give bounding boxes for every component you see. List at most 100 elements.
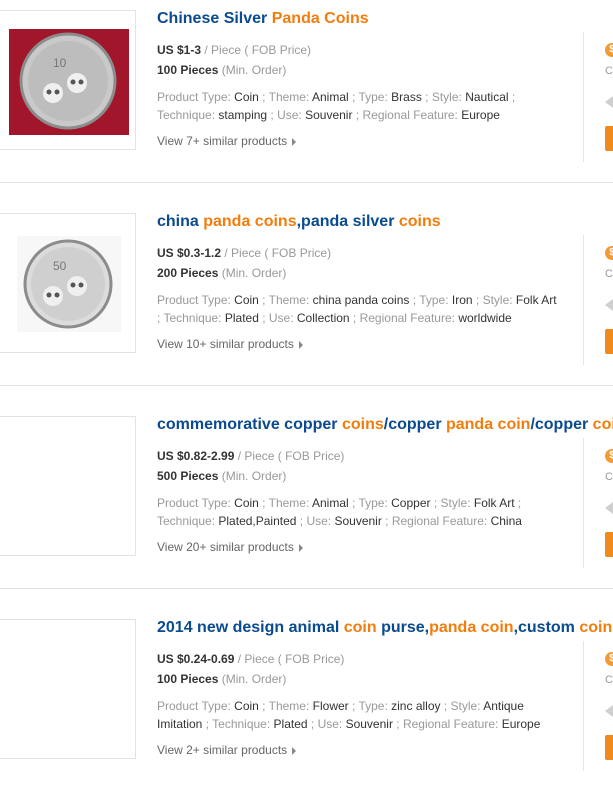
attribute-key: ; Use: xyxy=(307,717,346,731)
right-action-column: $ C xyxy=(583,641,613,771)
price-unit: / Piece ( FOB Price) xyxy=(234,449,345,463)
title-keyword-highlight: coins xyxy=(341,416,384,433)
attribute-key: ; Type: xyxy=(348,699,392,713)
attribute-value: Iron xyxy=(451,293,473,307)
attribute-key: ; Type: xyxy=(348,496,392,510)
attribute-value: China xyxy=(490,514,522,528)
caret-right-icon xyxy=(298,543,303,552)
min-order: 500 Pieces (Min. Order) xyxy=(157,468,286,484)
product-title-link[interactable]: commemorative copper coins/copper panda … xyxy=(157,414,613,436)
min-order: 100 Pieces (Min. Order) xyxy=(157,671,286,687)
product-image[interactable] xyxy=(0,620,136,759)
min-order-value: 100 Pieces xyxy=(157,672,219,686)
attribute-key: ; xyxy=(514,496,522,510)
title-text: commemorative copper xyxy=(157,416,342,433)
product-thumbnail[interactable] xyxy=(0,619,136,759)
row-divider xyxy=(0,385,613,386)
title-text: Chinese Silver xyxy=(157,10,272,27)
attribute-key: ; Technique: xyxy=(202,717,274,731)
attribute-key: Product Type: xyxy=(157,496,235,510)
product-title-link[interactable]: china panda coins,panda silver coins xyxy=(157,211,441,233)
attribute-key: Product Type: xyxy=(157,90,235,104)
min-order-label: (Min. Order) xyxy=(218,266,287,280)
title-keyword-highlight: coin xyxy=(579,619,613,636)
attribute-key: ; Theme: xyxy=(258,293,313,307)
attribute-value: Plated xyxy=(224,311,259,325)
product-image[interactable] xyxy=(0,417,136,556)
attribute-value: stamping xyxy=(218,108,268,122)
attribute-key: ; Regional Feature: xyxy=(352,108,462,122)
view-similar-products-link[interactable]: View 10+ similar products xyxy=(157,336,303,352)
attribute-key: Technique: xyxy=(163,311,225,325)
product-thumbnail[interactable]: 50 xyxy=(0,213,136,353)
attribute-value: Folk Art xyxy=(515,293,557,307)
caret-right-icon xyxy=(292,746,297,755)
attribute-key: Product Type: xyxy=(157,293,235,307)
product-card: 10 Chinese Silver Panda Coins US $1-3 / Pi… xyxy=(0,0,613,203)
min-order-value: 200 Pieces xyxy=(157,266,219,280)
product-card: 2014 new design animal coin purse,panda … xyxy=(0,609,613,812)
attribute-key: ; xyxy=(508,90,516,104)
coin-denomination: 10 xyxy=(53,56,67,70)
attribute-key: ; Use: xyxy=(296,514,335,528)
row-divider xyxy=(0,588,613,589)
attribute-value: Coin xyxy=(234,90,259,104)
view-similar-products-link[interactable]: View 2+ similar products xyxy=(157,742,297,758)
title-keyword-highlight: panda coin xyxy=(429,619,514,636)
price-unit: / Piece ( FOB Price) xyxy=(234,652,345,666)
view-similar-label: View 10+ similar products xyxy=(157,337,294,351)
attribute-value: Antique xyxy=(483,699,524,713)
attribute-key: ; Style: xyxy=(430,496,474,510)
title-text: /copper xyxy=(383,416,446,433)
view-similar-label: View 20+ similar products xyxy=(157,540,294,554)
product-attributes: Product Type: Coin ; Theme: china panda … xyxy=(157,291,557,327)
arrow-left-icon[interactable] xyxy=(605,299,613,311)
title-text: china xyxy=(157,213,204,230)
title-keyword-highlight: coin xyxy=(343,619,377,636)
title-keyword-highlight: panda coins xyxy=(203,213,297,230)
product-attributes: Product Type: Coin ; Theme: Flower ; Typ… xyxy=(157,697,557,733)
product-image[interactable]: 10 xyxy=(0,11,136,150)
contact-supplier-button[interactable] xyxy=(605,532,613,557)
product-thumbnail[interactable] xyxy=(0,416,136,556)
attribute-key: ; Theme: xyxy=(258,496,312,510)
contact-supplier-button[interactable] xyxy=(605,126,613,151)
arrow-left-icon[interactable] xyxy=(605,96,613,108)
product-title-link[interactable]: 2014 new design animal coin purse,panda … xyxy=(157,617,612,639)
product-title-link[interactable]: Chinese Silver Panda Coins xyxy=(157,8,369,30)
contact-supplier-button[interactable] xyxy=(605,329,613,354)
view-similar-products-link[interactable]: View 20+ similar products xyxy=(157,539,303,555)
contact-supplier-button[interactable] xyxy=(605,735,613,760)
title-keyword-highlight: coins xyxy=(398,213,441,230)
attribute-value: Plated xyxy=(273,717,308,731)
attribute-value: worldwide xyxy=(458,311,512,325)
price-value: US $0.24-0.69 xyxy=(157,652,235,666)
attribute-value: Coin xyxy=(234,496,259,510)
attribute-value: Flower xyxy=(312,699,349,713)
title-text: 2014 new design animal xyxy=(157,619,344,636)
attribute-key: ; Style: xyxy=(421,90,466,104)
product-image[interactable]: 50 xyxy=(0,214,136,353)
min-order-label: (Min. Order) xyxy=(218,63,287,77)
coin-denomination: 50 xyxy=(53,259,67,273)
attribute-value: Plated,Painted xyxy=(218,514,297,528)
arrow-left-icon[interactable] xyxy=(605,705,613,717)
min-order: 200 Pieces (Min. Order) xyxy=(157,265,286,281)
price-unit: / Piece ( FOB Price) xyxy=(201,43,312,57)
view-similar-products-link[interactable]: View 7+ similar products xyxy=(157,133,297,149)
min-order-value: 500 Pieces xyxy=(157,469,219,483)
attribute-key: ; Use: xyxy=(258,311,297,325)
title-text: purse, xyxy=(376,619,430,636)
attribute-key: ; Style: xyxy=(440,699,484,713)
arrow-left-icon[interactable] xyxy=(605,502,613,514)
attribute-key: ; Type: xyxy=(348,90,392,104)
attribute-key: ; Regional Feature: xyxy=(349,311,459,325)
attribute-key: Technique: xyxy=(157,108,219,122)
supplier-info-text: C xyxy=(605,674,613,686)
product-thumbnail[interactable]: 10 xyxy=(0,10,136,150)
attribute-value: Copper xyxy=(391,496,431,510)
attribute-value: Souvenir xyxy=(305,108,353,122)
product-attributes: Product Type: Coin ; Theme: Animal ; Typ… xyxy=(157,88,557,124)
fob-price: US $0.82-2.99 / Piece ( FOB Price) xyxy=(157,448,344,464)
attribute-key: ; Theme: xyxy=(258,90,312,104)
